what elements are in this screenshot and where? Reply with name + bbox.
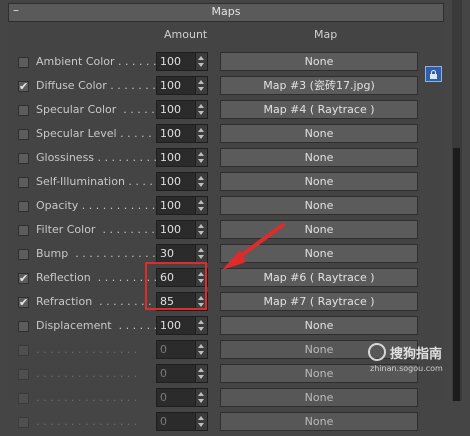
watermark-url: zhinan.sogou.com	[370, 364, 443, 373]
watermark-text: 搜狗指南	[390, 347, 443, 362]
sogou-logo-icon	[368, 343, 386, 361]
map-enable-checkbox[interactable]	[18, 417, 29, 428]
map-slot-button[interactable]: None	[220, 412, 418, 431]
annotation-arrow	[222, 223, 285, 270]
spinner-up-icon[interactable]	[198, 416, 204, 420]
map-slot-row: . . . . . . . . . . . . . . . 0 None	[0, 412, 470, 436]
amount-spinner[interactable]: 0	[156, 412, 208, 431]
spinner-arrows[interactable]	[195, 413, 207, 430]
amount-value[interactable]: 0	[160, 415, 167, 428]
map-slot-label: . . . . . . . . . . . . . . .	[36, 415, 138, 428]
spinner-down-icon[interactable]	[198, 423, 204, 427]
